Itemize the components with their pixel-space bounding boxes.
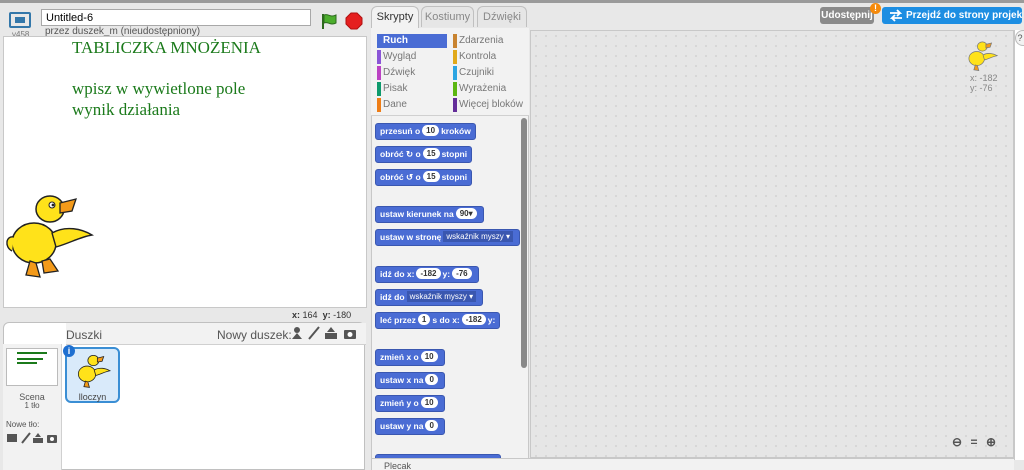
sprite-position: x: -182 y: -76 [970, 73, 998, 93]
camera-icon[interactable] [343, 326, 357, 340]
swap-arrows-icon [889, 9, 903, 22]
backdrop-library-icon[interactable] [6, 432, 18, 444]
palette-scrollbar[interactable] [521, 118, 527, 368]
project-title-input[interactable] [41, 9, 311, 26]
category-looks[interactable]: Wygląd [377, 50, 447, 64]
category-data[interactable]: Dane [377, 98, 447, 112]
category-sound[interactable]: Dźwięk [377, 66, 447, 80]
fullscreen-icon[interactable] [9, 12, 31, 28]
help-icon[interactable]: ? [1015, 30, 1024, 46]
paint-icon[interactable] [307, 326, 321, 340]
green-flag-icon[interactable] [320, 12, 338, 30]
tab-scripts[interactable]: Skrypty [371, 6, 419, 28]
share-button[interactable]: Udostępnij [820, 7, 874, 24]
block-turn-left[interactable]: obróć ↺ o 15 stopni [375, 169, 473, 186]
sprite-name-label: lloczyn [78, 392, 107, 402]
upload-backdrop-icon[interactable] [32, 432, 44, 444]
category-control[interactable]: Kontrola [453, 50, 527, 64]
block-move-steps[interactable]: przesuń o 10 kroków [375, 123, 476, 140]
new-sprite-label: Nowy duszek: [217, 328, 292, 342]
block-set-x[interactable]: ustaw x na 0 [375, 372, 445, 389]
category-pen[interactable]: Pisak [377, 82, 447, 96]
right-panel-edge [1014, 30, 1024, 460]
sprites-pane-header [66, 323, 366, 345]
block-go-to[interactable]: idź do wskaźnik myszy ▾ [375, 289, 484, 306]
motion-blocks-list: przesuń o 10 kroków obróć ↻ o 15 stopni obró… [371, 118, 529, 470]
block-go-to-xy[interactable]: idź do x: -182 y: -76 [375, 266, 479, 283]
category-more-blocks[interactable]: Więcej bloków [453, 98, 527, 112]
sprite-x-value: -182 [979, 73, 998, 83]
sprites-label: Duszki [66, 328, 103, 342]
category-sensing[interactable]: Czujniki [453, 66, 527, 80]
category-events[interactable]: Zdarzenia [453, 34, 527, 48]
top-border [0, 0, 1024, 3]
stage-instruction-line-2: wynik działania [72, 100, 181, 119]
block-change-y[interactable]: zmień y o 10 [375, 395, 445, 412]
backpack-label: Plecak [384, 461, 412, 470]
tab-costumes[interactable]: Kostiumy [421, 6, 474, 27]
block-change-x[interactable]: zmień x o 10 [375, 349, 445, 366]
stage-thumbnail[interactable] [6, 348, 58, 386]
mouse-x-value: 164 [302, 310, 318, 320]
category-motion[interactable]: Ruch [377, 34, 447, 48]
paint-backdrop-icon[interactable] [20, 432, 32, 444]
scripts-area[interactable] [530, 30, 1014, 458]
current-sprite-preview [968, 41, 999, 72]
category-list: Ruch Wygląd Dźwięk Pisak Dane Zdarzenia … [371, 28, 529, 116]
backpack-strip[interactable] [372, 458, 1014, 470]
duck-sprite[interactable] [4, 185, 94, 281]
camera-backdrop-icon[interactable] [46, 432, 58, 444]
info-icon[interactable]: i [63, 345, 75, 357]
stage[interactable]: TABLICZKA MNOŻENIA wpisz w wywietlone po… [3, 36, 367, 308]
upload-icon[interactable] [324, 326, 338, 340]
mouse-coordinates: x: 164 y: -180 [292, 310, 352, 320]
zoom-in-icon[interactable]: ⊕ [984, 435, 998, 449]
category-operators[interactable]: Wyrażenia [453, 82, 527, 96]
share-alert-badge: ! [870, 3, 881, 14]
sprite-thumbnail-duck [77, 354, 111, 388]
block-point-towards[interactable]: ustaw w stronę wskaźnik myszy ▾ [375, 229, 520, 246]
mouse-y-value: -180 [333, 310, 352, 320]
block-glide[interactable]: leć przez 1 s do x: -182 y: [375, 312, 501, 329]
stage-title-text: TABLICZKA MNOŻENIA [72, 38, 261, 57]
new-backdrop-label: Nowe tło: [6, 420, 40, 429]
stop-icon[interactable] [345, 12, 363, 30]
block-set-y[interactable]: ustaw y na 0 [375, 418, 445, 435]
tab-sounds[interactable]: Dźwięki [477, 6, 527, 27]
block-turn-right[interactable]: obróć ↻ o 15 stopni [375, 146, 473, 163]
zoom-out-icon[interactable]: ⊖ [950, 435, 964, 449]
block-point-in-direction[interactable]: ustaw kierunek na 90▾ [375, 206, 484, 223]
backdrop-count: 1 tło [24, 401, 40, 410]
sprite-y-value: -76 [979, 83, 993, 93]
stage-instruction-line-1: wpisz w wywietlone pole [72, 79, 246, 98]
zoom-reset-icon[interactable]: = [967, 435, 981, 449]
sprite-library-icon[interactable] [290, 326, 304, 340]
